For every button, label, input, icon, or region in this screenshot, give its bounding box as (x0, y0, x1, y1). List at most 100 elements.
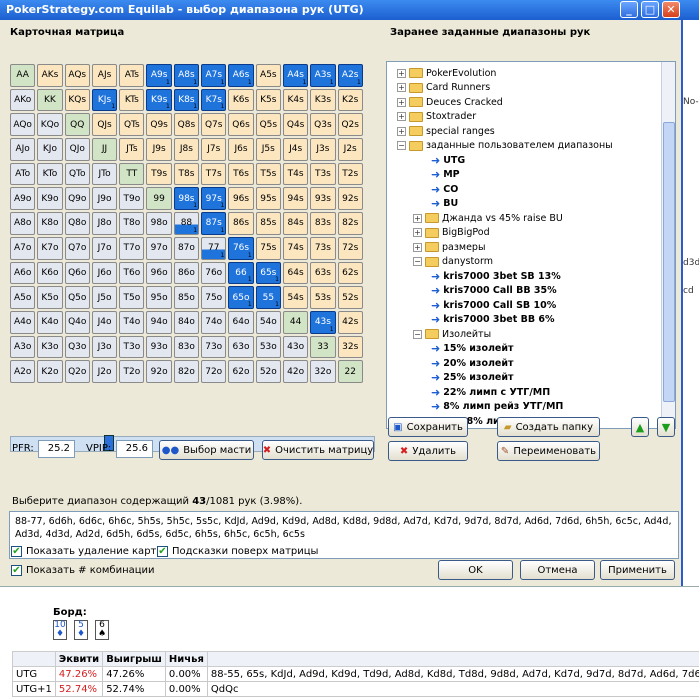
matrix-cell[interactable]: J2o (91, 360, 118, 383)
tree-folder[interactable]: − danystorm (413, 255, 493, 270)
matrix-cell[interactable]: T6o (119, 261, 145, 285)
board-card[interactable]: 6 ♠ (95, 620, 109, 640)
matrix-cell[interactable]: Q2s (337, 113, 363, 137)
matrix-cell[interactable]: 43o (282, 335, 309, 359)
matrix-cell[interactable]: K7s 1 (201, 88, 227, 112)
expand-icon[interactable]: + (413, 242, 422, 252)
maximize-button[interactable]: □ (641, 1, 659, 18)
matrix-cell[interactable]: J4o (91, 310, 118, 334)
matrix-cell[interactable]: 66 1 (228, 261, 254, 285)
tree-folder[interactable]: + Джанда vs 45% raise BU (413, 211, 563, 226)
rename-button[interactable]: ✎ Переименовать (497, 441, 600, 461)
matrix-cell[interactable]: K3o (37, 335, 63, 359)
matrix-cell[interactable]: 64s (282, 261, 309, 285)
matrix-cell[interactable]: 65s 1 (255, 261, 281, 285)
tree-range-item[interactable]: ➜ kris7000 Call BB 35% (431, 284, 557, 299)
matrix-cell[interactable]: QTs (119, 113, 145, 137)
create-folder-button[interactable]: ▰ Создать папку (497, 417, 600, 437)
matrix-cell[interactable]: Q7o (64, 236, 90, 260)
tree-folder[interactable]: + BigBigPod (413, 226, 490, 241)
tree-range-item[interactable]: ➜ MP (431, 168, 460, 183)
matrix-cell[interactable]: 54s (282, 286, 309, 309)
tree-range-item[interactable]: ➜ kris7000 3bet BB 6% (431, 313, 555, 328)
matrix-cell[interactable]: Q5o (64, 286, 90, 309)
matrix-cell[interactable]: 32s (337, 335, 363, 359)
matrix-cell[interactable]: T4s (282, 162, 309, 186)
close-button[interactable]: ✕ (662, 1, 680, 18)
matrix-cell[interactable]: KTo (37, 162, 63, 186)
matrix-cell[interactable]: 85s (255, 212, 281, 235)
matrix-cell[interactable]: 53s (310, 286, 336, 309)
matrix-cell[interactable]: Q3o (64, 335, 90, 359)
matrix-cell[interactable]: 64o (228, 310, 254, 334)
matrix-cell[interactable]: 75s (255, 236, 281, 260)
matrix-cell[interactable]: 42s (337, 310, 363, 334)
matrix-cell[interactable]: Q6o (64, 261, 90, 285)
tree-folder[interactable]: + Card Runners (397, 81, 490, 96)
matrix-cell[interactable]: 74s (282, 236, 309, 260)
matrix-cell[interactable]: 96s (228, 187, 254, 211)
matrix-cell[interactable]: J3o (91, 335, 118, 359)
matrix-cell[interactable]: Q7s (201, 113, 227, 137)
matrix-cell[interactable]: 99 (146, 187, 172, 211)
matrix-cell[interactable]: 95s (255, 187, 281, 211)
matrix-cell[interactable]: 95o (146, 286, 172, 309)
matrix-cell[interactable]: 92o (146, 360, 172, 383)
tree-range-item[interactable]: ➜ 22% лимп с УТГ/МП (431, 385, 550, 400)
matrix-cell[interactable]: ATs (119, 64, 145, 87)
apply-button[interactable]: Применить (600, 560, 675, 580)
matrix-cell[interactable]: Q6s (228, 113, 254, 137)
matrix-cell[interactable]: K5o (37, 286, 63, 309)
matrix-cell[interactable]: J4s (282, 138, 309, 161)
matrix-cell[interactable]: 72s (337, 236, 363, 260)
suit-select-button[interactable]: ●● Выбор масти (159, 440, 254, 460)
matrix-cell[interactable]: K6s (228, 88, 254, 112)
preset-range-tree[interactable]: + PokerEvolution + Card Runners + Deuces Crac… (386, 61, 676, 429)
matrix-cell[interactable]: KJs 1 (91, 88, 118, 112)
matrix-cell[interactable]: T2s (337, 162, 363, 186)
matrix-cell[interactable]: K5s (255, 88, 281, 112)
matrix-cell[interactable]: 52s (337, 286, 363, 309)
matrix-cell[interactable]: T9o (119, 187, 145, 211)
matrix-cell[interactable]: K2o (37, 360, 63, 383)
expand-icon[interactable]: + (413, 228, 422, 238)
matrix-cell[interactable]: A9s 1 (146, 64, 172, 87)
matrix-cell[interactable]: 88 1 (173, 212, 200, 235)
matrix-cell[interactable]: 93s (310, 187, 336, 211)
matrix-cell[interactable]: 96o (146, 261, 172, 285)
matrix-cell[interactable]: 84s (282, 212, 309, 235)
matrix-cell[interactable]: 93o (146, 335, 172, 359)
matrix-cell[interactable]: 22 (337, 360, 363, 383)
expand-icon[interactable]: + (397, 126, 406, 136)
matrix-cell[interactable]: KQo (37, 113, 63, 137)
matrix-cell[interactable]: 97o (146, 236, 172, 260)
matrix-cell[interactable]: T4o (119, 310, 145, 334)
matrix-cell[interactable]: Q5s (255, 113, 281, 137)
matrix-cell[interactable]: 85o (173, 286, 200, 309)
tree-range-item[interactable]: ➜ UTG (431, 153, 465, 168)
matrix-cell[interactable]: J3s (310, 138, 336, 161)
matrix-cell[interactable]: K9s 1 (146, 88, 172, 112)
matrix-cell[interactable]: A2o (10, 360, 36, 383)
expand-icon[interactable]: + (397, 68, 406, 78)
matrix-cell[interactable]: J9o (91, 187, 118, 211)
matrix-cell[interactable]: J5o (91, 286, 118, 309)
matrix-cell[interactable]: 53o (255, 335, 281, 359)
matrix-cell[interactable]: J8o (91, 212, 118, 235)
matrix-cell[interactable]: KTs (119, 88, 145, 112)
vpip-field[interactable]: 25.6 (116, 440, 153, 458)
matrix-cell[interactable]: J8s (173, 138, 200, 161)
matrix-cell[interactable]: A7o (10, 236, 36, 260)
matrix-cell[interactable]: Q8o (64, 212, 90, 235)
show-removal-checkbox[interactable]: ✔ Показать удаление карт (11, 546, 156, 557)
matrix-cell[interactable]: J7o (91, 236, 118, 260)
expand-icon[interactable]: + (397, 83, 406, 93)
matrix-cell[interactable]: ATo (10, 162, 36, 186)
matrix-cell[interactable]: 98s 1 (173, 187, 200, 211)
collapse-icon[interactable]: − (397, 141, 406, 151)
matrix-cell[interactable]: T7s (201, 162, 227, 186)
tree-range-item[interactable]: ➜ CO (431, 182, 458, 197)
matrix-cell[interactable]: 87s 1 (201, 212, 227, 235)
matrix-cell[interactable]: A3o (10, 335, 36, 359)
scrollbar-thumb[interactable] (663, 122, 675, 402)
